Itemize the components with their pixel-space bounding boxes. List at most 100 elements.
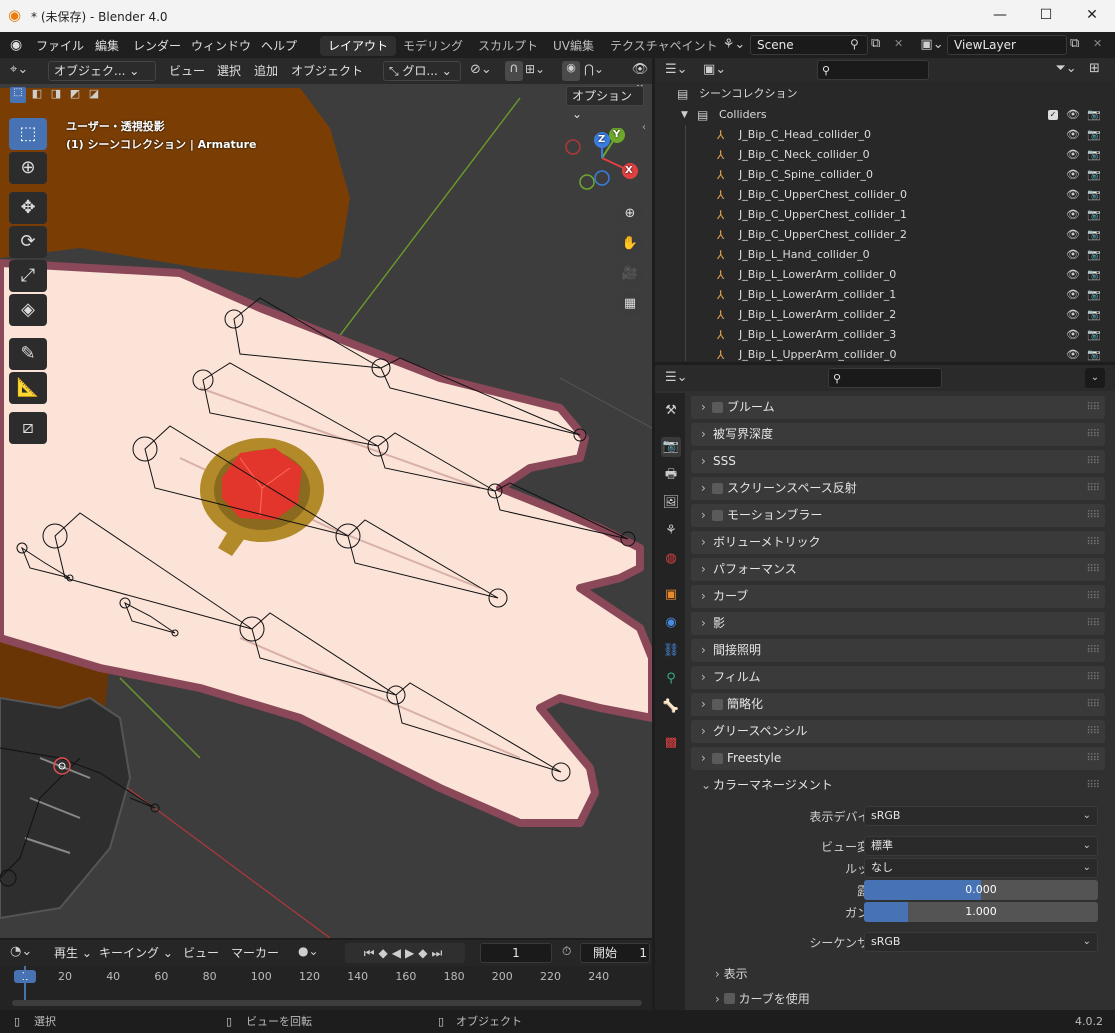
select-subtract-icon[interactable]: ◨ xyxy=(48,87,64,100)
panel-header[interactable]: › フィルム ⠿⠿ xyxy=(691,666,1105,689)
viewport-menu-object[interactable]: オブジェクト xyxy=(291,62,363,79)
timeline-playback-menu[interactable]: 再生 ⌄ xyxy=(54,944,92,961)
outliner-search-input[interactable]: ⚲ xyxy=(817,60,929,80)
outliner-item[interactable]: ⅄ J_Bip_L_Hand_collider_0 👁 📷 xyxy=(655,245,1115,265)
zoom-icon[interactable]: ⊕ xyxy=(617,201,643,227)
hide-eye-icon[interactable]: 👁 xyxy=(1066,345,1080,365)
bone-tab-icon[interactable]: 🦴 xyxy=(661,697,681,717)
playback-controls[interactable]: ⏮◆◀▶◆⏭ xyxy=(345,943,465,963)
pivot-icon[interactable]: ⊘⌄ xyxy=(470,62,492,77)
drag-grip-icon[interactable]: ⠿⠿ xyxy=(1086,720,1100,743)
hide-eye-icon[interactable]: 👁 xyxy=(1066,285,1080,305)
panel-header[interactable]: › SSS ⠿⠿ xyxy=(691,450,1105,473)
hide-eye-icon[interactable]: 👁 xyxy=(1066,325,1080,345)
proportional-edit-icon[interactable]: ◉ xyxy=(562,61,580,81)
drag-grip-icon[interactable]: ⠿⠿ xyxy=(1086,747,1100,770)
minimize-button[interactable]: — xyxy=(977,0,1023,32)
timeline-scrollbar[interactable] xyxy=(12,1000,642,1006)
outliner-item[interactable]: ⅄ J_Bip_C_Head_collider_0 👁 📷 xyxy=(655,125,1115,145)
menu-window[interactable]: ウィンドウ xyxy=(191,37,251,54)
workspace-tab-uv[interactable]: UV編集 xyxy=(545,36,602,56)
drag-grip-icon[interactable]: ⠿⠿ xyxy=(1086,477,1100,500)
panel-header[interactable]: › 間接照明 ⠿⠿ xyxy=(691,639,1105,662)
use-curves-checkbox[interactable] xyxy=(723,993,735,1004)
drag-grip-icon[interactable]: ⠿⠿ xyxy=(1086,666,1100,689)
timeline-keying-menu[interactable]: キーイング ⌄ xyxy=(99,944,173,961)
menu-edit[interactable]: 編集 xyxy=(95,37,119,54)
render-camera-icon[interactable]: 📷 xyxy=(1087,285,1101,305)
select-box-tool[interactable]: ⬚ xyxy=(9,118,47,150)
world-tab-icon[interactable]: ◍ xyxy=(661,549,681,569)
falloff-icon[interactable]: ⋂⌄ xyxy=(584,62,604,76)
transform-tool[interactable]: ◈ xyxy=(9,294,47,326)
panel-header[interactable]: › Freestyle ⠿⠿ xyxy=(691,747,1105,770)
camera-view-icon[interactable]: 🎥 xyxy=(617,261,643,287)
render-camera-icon[interactable]: 📷 xyxy=(1087,225,1101,245)
menu-file[interactable]: ファイル xyxy=(36,37,84,54)
annotate-tool[interactable]: ✎ xyxy=(9,338,47,370)
view-transform-dropdown[interactable]: 標準 ⌄ xyxy=(864,836,1098,856)
panel-header[interactable]: › モーションブラー ⠿⠿ xyxy=(691,504,1105,527)
drag-grip-icon[interactable]: ⠿⠿ xyxy=(1086,639,1100,662)
timeline-marker-menu[interactable]: マーカー xyxy=(231,944,279,961)
start-frame-field[interactable]: 開始 1 xyxy=(580,943,650,963)
panel-header[interactable]: ⌄ カラーマネージメント ⠿⠿ xyxy=(691,774,1105,797)
panel-enable-checkbox[interactable] xyxy=(712,510,723,521)
render-camera-icon[interactable]: 📷 xyxy=(1087,205,1101,225)
drag-grip-icon[interactable]: ⠿⠿ xyxy=(1086,585,1100,608)
outliner-item[interactable]: ⅄ J_Bip_C_Neck_collider_0 👁 📷 xyxy=(655,145,1115,165)
drag-grip-icon[interactable]: ⠿⠿ xyxy=(1086,612,1100,635)
snap-target-icon[interactable]: ⊞⌄ xyxy=(525,62,545,76)
select-new-icon[interactable]: ⬚ xyxy=(10,87,26,103)
drag-grip-icon[interactable]: ⠿⠿ xyxy=(1086,504,1100,527)
scene-selector-icon[interactable]: ⚘⌄ xyxy=(720,37,748,52)
hide-eye-icon[interactable]: 👁 xyxy=(1066,245,1080,265)
hide-eye-icon[interactable]: 👁 xyxy=(1066,305,1080,325)
clock-icon[interactable]: ⏱ xyxy=(562,944,571,959)
hide-eye-icon[interactable]: 👁 xyxy=(1066,205,1080,225)
panel-header[interactable]: › パフォーマンス ⠿⠿ xyxy=(691,558,1105,581)
viewport-menu-select[interactable]: 選択 xyxy=(217,62,241,79)
editor-type-icon[interactable]: ⌖⌄ xyxy=(10,62,28,77)
blender-menu-icon[interactable]: ◉ xyxy=(10,37,22,53)
move-tool[interactable]: ✥ xyxy=(9,192,47,224)
auto-key-icon[interactable]: ●⌄ xyxy=(298,944,319,958)
tool-tab-icon[interactable]: ⚒ xyxy=(661,401,681,421)
panel-enable-checkbox[interactable] xyxy=(712,753,723,764)
render-camera-icon[interactable]: 📷 xyxy=(1087,145,1101,165)
delete-scene-icon[interactable]: ✕ xyxy=(894,37,903,50)
render-camera-icon[interactable]: 📷 xyxy=(1087,125,1101,145)
outliner-item[interactable]: ⅄ J_Bip_C_UpperChest_collider_1 👁 📷 xyxy=(655,205,1115,225)
object-tab-icon[interactable]: ▣ xyxy=(661,585,681,605)
texture-tab-icon[interactable]: ▩ xyxy=(661,733,681,753)
select-invert-icon[interactable]: ◩ xyxy=(67,87,83,100)
drag-grip-icon[interactable]: ⠿⠿ xyxy=(1086,423,1100,446)
outliner-item[interactable]: ⅄ J_Bip_L_LowerArm_collider_2 👁 📷 xyxy=(655,305,1115,325)
3d-viewport[interactable]: ⌖⌄ オブジェク... ⌄ ビュー 選択 追加 オブジェクト ⤡ グロ... ⌄… xyxy=(0,58,652,938)
output-tab-icon[interactable]: 🖶 xyxy=(661,465,681,485)
add-cube-tool[interactable]: ⧄ xyxy=(9,412,47,444)
physics-tab-icon[interactable]: ◉ xyxy=(661,613,681,633)
render-camera-icon[interactable]: 📷 xyxy=(1087,265,1101,285)
drag-grip-icon[interactable]: ⠿⠿ xyxy=(1086,396,1100,419)
sequencer-dropdown[interactable]: sRGB ⌄ xyxy=(864,932,1098,952)
pin-icon[interactable]: ⚲ xyxy=(850,37,859,51)
viewport-menu-add[interactable]: 追加 xyxy=(254,62,278,79)
select-intersect-icon[interactable]: ◪ xyxy=(86,87,102,100)
new-collection-icon[interactable]: ⊞ xyxy=(1089,61,1100,76)
delete-view-layer-icon[interactable]: ✕ xyxy=(1093,37,1102,50)
panel-header[interactable]: › グリースペンシル ⠿⠿ xyxy=(691,720,1105,743)
menu-render[interactable]: レンダー xyxy=(133,37,181,54)
outliner-editor-type-icon[interactable]: ☰⌄ xyxy=(665,62,688,77)
drag-grip-icon[interactable]: ⠿⠿ xyxy=(1086,531,1100,554)
panel-header[interactable]: › 簡略化 ⠿⠿ xyxy=(691,693,1105,716)
panel-enable-checkbox[interactable] xyxy=(712,483,723,494)
properties-editor-type-icon[interactable]: ☰⌄ xyxy=(665,370,688,385)
hide-eye-icon[interactable]: 👁 xyxy=(1066,125,1080,145)
render-camera-icon[interactable]: 📷 xyxy=(1087,165,1101,185)
workspace-tab-texture-paint[interactable]: テクスチャペイント xyxy=(602,36,726,56)
workspace-tab-sculpt[interactable]: スカルプト xyxy=(470,36,546,56)
cursor-tool[interactable]: ⊕ xyxy=(9,152,47,184)
rotate-tool[interactable]: ⟳ xyxy=(9,226,47,258)
panel-header[interactable]: › カーブ ⠿⠿ xyxy=(691,585,1105,608)
